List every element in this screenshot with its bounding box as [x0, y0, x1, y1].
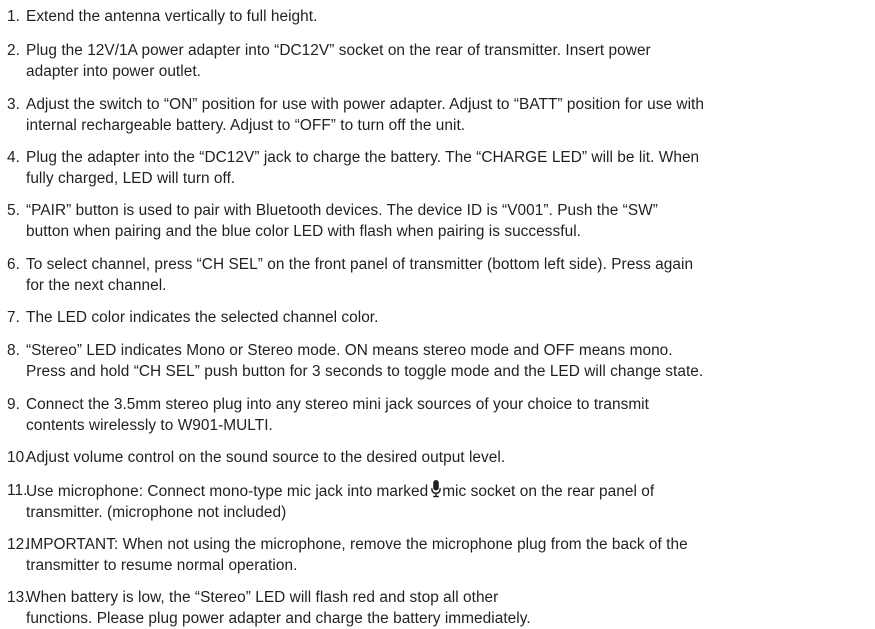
step-text: Adjust volume control on the sound sourc… [26, 449, 506, 466]
step-text: “Stereo” LED indicates Mono or Stereo mo… [26, 342, 704, 380]
step-number: 6. [7, 256, 20, 273]
step-text: Adjust the switch to “ON” position for u… [26, 96, 704, 134]
step-text: To select channel, press “CH SEL” on the… [26, 256, 694, 294]
step-text: The LED color indicates the selected cha… [26, 309, 379, 326]
step-text: Plug the adapter into the “DC12V” jack t… [26, 149, 700, 187]
step-number: 9. [7, 396, 20, 413]
step-text-before-icon: Use microphone: Connect mono-type mic ja… [26, 483, 429, 500]
microphone-icon [431, 480, 442, 498]
step-number: 2. [7, 42, 20, 59]
step-number: 11. [7, 482, 28, 499]
step-text: IMPORTANT: When not using the microphone… [26, 536, 688, 574]
step-number: 7. [7, 309, 20, 326]
step-text: Extend the antenna vertically to full he… [26, 8, 318, 25]
step-text: “PAIR” button is used to pair with Bluet… [26, 202, 658, 240]
step-number: 4. [7, 149, 20, 166]
step-number: 8. [7, 342, 20, 359]
step-text: Use microphone: Connect mono-type mic ja… [26, 480, 870, 523]
step-number: 5. [7, 202, 20, 219]
step-number: 1. [7, 8, 20, 25]
step-text: Plug the 12V/1A power adapter into “DC12… [26, 42, 651, 80]
step-number: 3. [7, 96, 20, 113]
step-text: Connect the 3.5mm stereo plug into any s… [26, 396, 649, 434]
